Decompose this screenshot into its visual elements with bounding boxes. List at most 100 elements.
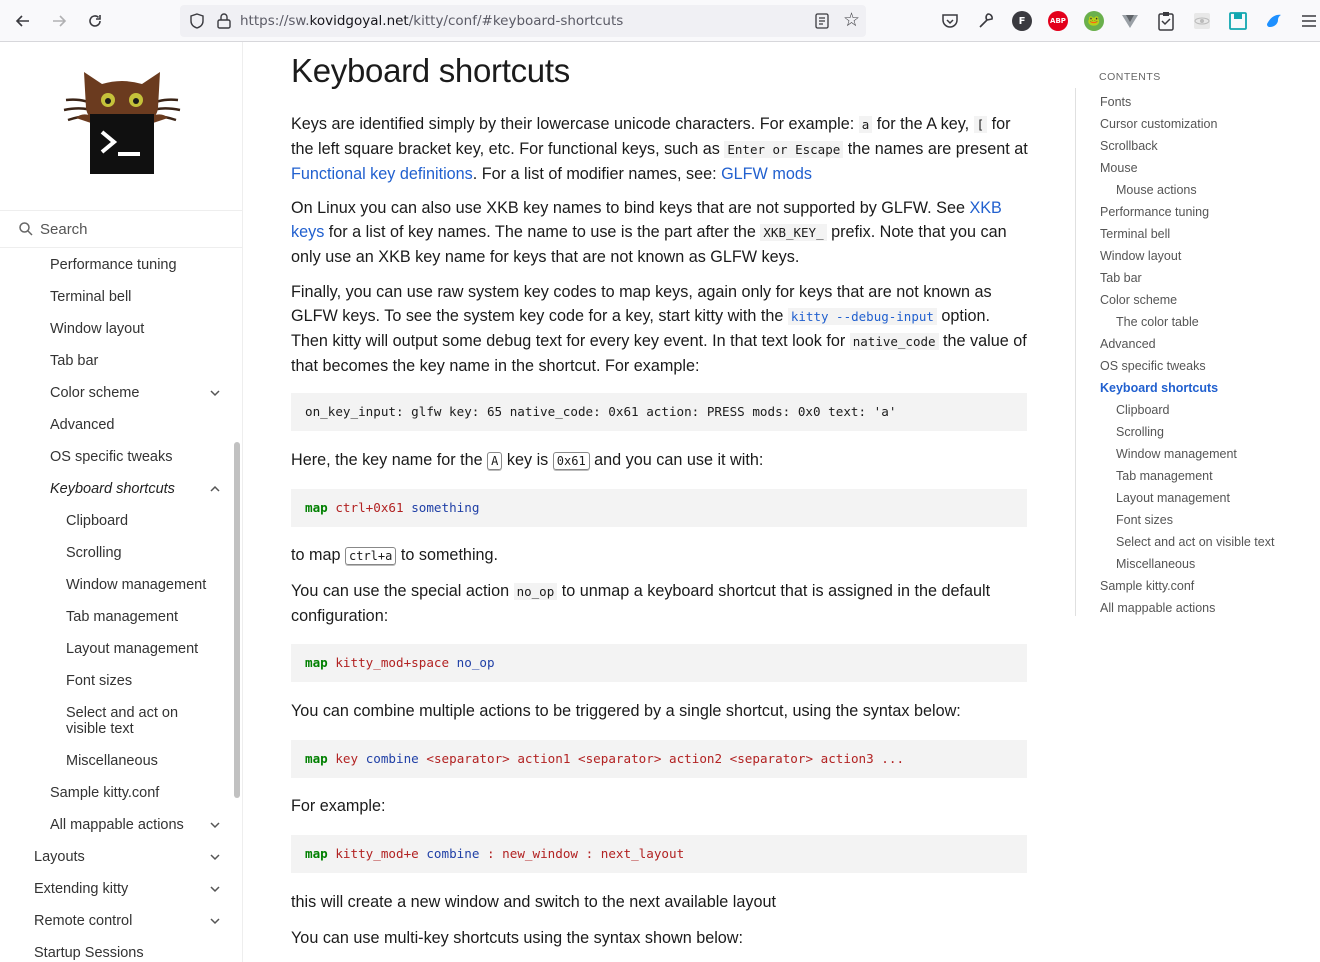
code-block-combine-syntax: map key combine <separator> action1 <sep… bbox=[291, 740, 1027, 778]
toc-item-tab-bar[interactable]: Tab bar bbox=[1100, 270, 1142, 286]
toc-item-color-table[interactable]: The color table bbox=[1116, 314, 1199, 330]
chevron-down-icon[interactable] bbox=[208, 914, 222, 928]
sidebar-item-font-sizes[interactable]: Font sizes bbox=[66, 672, 132, 690]
sidebar-item-color-scheme[interactable]: Color scheme bbox=[50, 384, 139, 402]
reload-button[interactable] bbox=[83, 9, 107, 33]
code-block-no-op: map kitty_mod+space no_op bbox=[291, 644, 1027, 682]
pocket-icon[interactable] bbox=[941, 12, 959, 30]
paragraph-key-name: Here, the key name for the A key is 0x61… bbox=[291, 451, 764, 470]
sidebar-item-startup-sessions[interactable]: Startup Sessions bbox=[34, 944, 144, 962]
kbd-key: 0x61 bbox=[552, 452, 590, 470]
sidebar-item-remote-control[interactable]: Remote control bbox=[34, 912, 132, 930]
sidebar: Performance tuning Terminal bell Window … bbox=[0, 42, 243, 962]
code-block-debug-output: on_key_input: glfw key: 65 native_code: … bbox=[291, 393, 1027, 431]
sidebar-item-clipboard[interactable]: Clipboard bbox=[66, 512, 128, 530]
link-debug-input[interactable]: kitty --debug-input bbox=[787, 308, 937, 325]
sidebar-item-tab-management[interactable]: Tab management bbox=[66, 608, 178, 626]
toc-item-sample-kitty-conf[interactable]: Sample kitty.conf bbox=[1100, 578, 1194, 594]
paragraph-raw-key-codes: Finally, you can use raw system key code… bbox=[291, 283, 1027, 375]
toc-item-advanced[interactable]: Advanced bbox=[1100, 336, 1156, 352]
paragraph-to-map: to map ctrl+a to something. bbox=[291, 546, 499, 565]
sidebar-item-terminal-bell[interactable]: Terminal bell bbox=[50, 288, 131, 306]
link-functional-key-definitions[interactable]: Functional key definitions bbox=[291, 165, 473, 183]
toc-item-font-sizes[interactable]: Font sizes bbox=[1116, 512, 1173, 528]
toc-item-scrollback[interactable]: Scrollback bbox=[1100, 138, 1158, 154]
inline-code: a bbox=[858, 116, 873, 133]
search-input[interactable] bbox=[40, 215, 230, 243]
kitty-logo[interactable] bbox=[58, 66, 186, 178]
sidebar-item-window-layout[interactable]: Window layout bbox=[50, 320, 144, 338]
adblock-plus-icon[interactable]: ABP bbox=[1048, 11, 1068, 31]
toc-item-color-scheme[interactable]: Color scheme bbox=[1100, 292, 1177, 308]
toc-item-window-layout[interactable]: Window layout bbox=[1100, 248, 1181, 264]
toc-item-keyboard-shortcuts[interactable]: Keyboard shortcuts bbox=[1100, 380, 1218, 396]
forward-button[interactable] bbox=[47, 9, 71, 33]
toc-item-os-specific-tweaks[interactable]: OS specific tweaks bbox=[1100, 358, 1206, 374]
toc-item-mouse[interactable]: Mouse bbox=[1100, 160, 1138, 176]
arrow-left-icon bbox=[15, 15, 29, 27]
chevron-down-icon[interactable] bbox=[208, 818, 222, 832]
sidebar-item-select-and-act[interactable]: Select and act on visible text bbox=[66, 705, 216, 737]
paragraph-combine: You can combine multiple actions to be t… bbox=[291, 702, 961, 720]
toc-item-clipboard[interactable]: Clipboard bbox=[1116, 402, 1170, 418]
toc-item-all-mappable-actions[interactable]: All mappable actions bbox=[1100, 600, 1215, 616]
paragraph-xkb-keys: On Linux you can also use XKB key names … bbox=[291, 199, 1007, 266]
chevron-down-icon[interactable] bbox=[208, 386, 222, 400]
chevron-down-icon[interactable] bbox=[208, 882, 222, 896]
toc-item-fonts[interactable]: Fonts bbox=[1100, 94, 1131, 110]
sidebar-item-all-mappable-actions[interactable]: All mappable actions bbox=[50, 816, 184, 834]
sidebar-item-sample-kitty-conf[interactable]: Sample kitty.conf bbox=[50, 784, 159, 802]
toc-item-mouse-actions[interactable]: Mouse actions bbox=[1116, 182, 1197, 198]
chevron-down-icon[interactable] bbox=[208, 850, 222, 864]
vue-devtools-icon[interactable] bbox=[1121, 12, 1139, 30]
clipboard-icon[interactable] bbox=[1157, 11, 1175, 31]
code-block-combine-example: map kitty_mod+e combine : new_window : n… bbox=[291, 835, 1027, 873]
search-icon bbox=[19, 222, 33, 236]
sidebar-item-performance-tuning[interactable]: Performance tuning bbox=[50, 256, 177, 274]
sidebar-item-extending-kitty[interactable]: Extending kitty bbox=[34, 880, 128, 898]
tracking-shield-icon[interactable] bbox=[188, 12, 206, 30]
paragraph-no-op: You can use the special action no_op to … bbox=[291, 582, 991, 625]
save-extension-icon[interactable] bbox=[1229, 12, 1247, 30]
sidebar-item-scrolling[interactable]: Scrolling bbox=[66, 544, 122, 562]
kbd-key: A bbox=[487, 452, 503, 470]
bird-extension-icon[interactable] bbox=[1265, 12, 1283, 30]
bookmark-star-icon[interactable]: ☆ bbox=[843, 9, 860, 31]
react-devtools-icon[interactable] bbox=[1193, 12, 1211, 30]
chevron-up-icon[interactable] bbox=[208, 482, 222, 496]
toc-item-miscellaneous[interactable]: Miscellaneous bbox=[1116, 556, 1195, 572]
kbd-key: ctrl+a bbox=[345, 547, 397, 565]
reader-view-icon[interactable] bbox=[814, 12, 830, 30]
frog-extension-icon[interactable]: 🐸 bbox=[1084, 11, 1104, 31]
lock-icon[interactable] bbox=[216, 12, 232, 30]
toc-item-scrolling[interactable]: Scrolling bbox=[1116, 424, 1164, 440]
sidebar-item-os-specific-tweaks[interactable]: OS specific tweaks bbox=[50, 448, 173, 466]
inline-code: no_op bbox=[513, 583, 558, 600]
extension-f-icon[interactable]: F bbox=[1012, 11, 1032, 31]
inline-code: XKB_KEY_ bbox=[760, 224, 827, 241]
toc-item-cursor-customization[interactable]: Cursor customization bbox=[1100, 116, 1217, 132]
paragraph-for-example: For example: bbox=[291, 797, 386, 815]
toc-item-layout-management[interactable]: Layout management bbox=[1116, 490, 1230, 506]
toc-item-terminal-bell[interactable]: Terminal bell bbox=[1100, 226, 1170, 242]
sidebar-item-tab-bar[interactable]: Tab bar bbox=[50, 352, 98, 370]
toc-item-select-and-act[interactable]: Select and act on visible text bbox=[1116, 534, 1274, 550]
hamburger-menu-icon[interactable] bbox=[1301, 13, 1317, 29]
sidebar-item-advanced[interactable]: Advanced bbox=[50, 416, 115, 434]
sidebar-item-window-management[interactable]: Window management bbox=[66, 576, 206, 594]
back-button[interactable] bbox=[11, 9, 35, 33]
url-bar[interactable]: https://sw.kovidgoyal.net/kitty/conf/#ke… bbox=[180, 5, 866, 37]
sidebar-item-keyboard-shortcuts[interactable]: Keyboard shortcuts bbox=[50, 480, 175, 498]
sidebar-item-layout-management[interactable]: Layout management bbox=[66, 640, 198, 658]
wrench-icon[interactable] bbox=[977, 12, 995, 30]
sidebar-item-miscellaneous[interactable]: Miscellaneous bbox=[66, 752, 158, 770]
code-block-map-example: map ctrl+0x61 something bbox=[291, 489, 1027, 527]
toc-item-performance-tuning[interactable]: Performance tuning bbox=[1100, 204, 1209, 220]
url-text[interactable]: https://sw.kovidgoyal.net/kitty/conf/#ke… bbox=[240, 13, 623, 29]
link-glfw-mods[interactable]: GLFW mods bbox=[721, 165, 812, 183]
browser-toolbar: https://sw.kovidgoyal.net/kitty/conf/#ke… bbox=[0, 0, 1320, 42]
sidebar-item-layouts[interactable]: Layouts bbox=[34, 848, 85, 866]
sidebar-scrollbar[interactable] bbox=[234, 442, 240, 798]
toc-item-window-management[interactable]: Window management bbox=[1116, 446, 1237, 462]
toc-item-tab-management[interactable]: Tab management bbox=[1116, 468, 1213, 484]
